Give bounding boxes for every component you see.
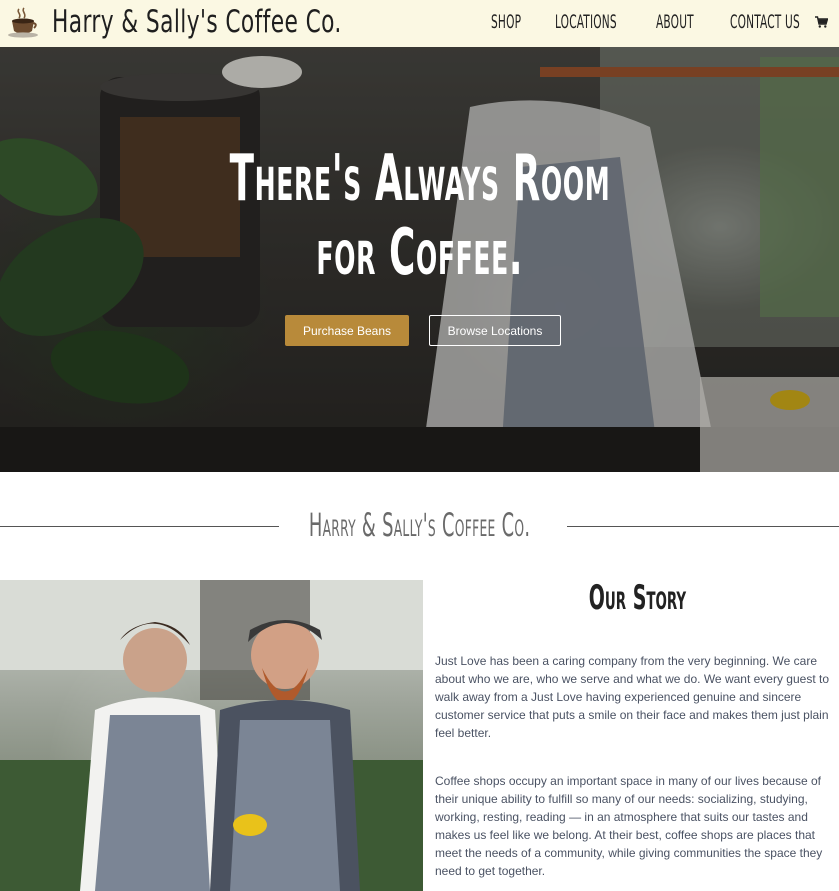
divider-brand-text: Harry & Sally's Coffee Co. (308, 506, 531, 544)
story-heading: Our Story (435, 578, 839, 618)
story-paragraph-2: Coffee shops occupy an important space i… (435, 774, 823, 878)
nav-links: SHOP LOCATIONS ABOUT CONTACT US (0, 11, 839, 37)
story-photo (0, 580, 423, 891)
shopping-cart-icon[interactable] (815, 16, 828, 28)
section-divider-title: Harry & Sally's Coffee Co. (0, 506, 839, 544)
hero-title: There's Always Room for Coffee. (0, 142, 839, 290)
top-navbar: Harry & Sally's Coffee Co. SHOP LOCATION… (0, 0, 839, 47)
purchase-beans-button[interactable]: Purchase Beans (285, 315, 409, 346)
baristas-photo (0, 580, 423, 891)
hero-section: There's Always Room for Coffee. Purchase… (0, 47, 839, 472)
browse-locations-button[interactable]: Browse Locations (429, 315, 561, 346)
hero-title-line1: There's Always Room (229, 142, 610, 216)
nav-link-locations[interactable]: LOCATIONS (555, 11, 617, 33)
story-paragraph-1: Just Love has been a caring company from… (435, 654, 829, 740)
nav-link-about[interactable]: ABOUT (656, 11, 694, 33)
story-heading-text: Our Story (588, 578, 686, 618)
nav-link-contact-us[interactable]: CONTACT US (730, 11, 800, 33)
hero-title-line2: for Coffee. (316, 216, 523, 290)
nav-link-shop[interactable]: SHOP (491, 11, 521, 33)
